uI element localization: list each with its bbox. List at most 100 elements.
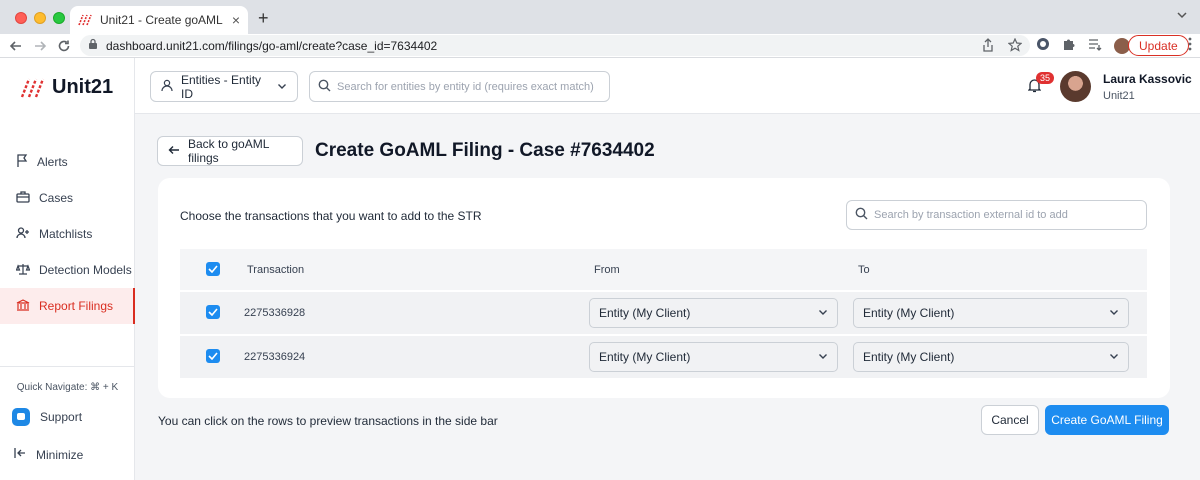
sidebar: Unit21 Alerts Cases Matchlists Detection… xyxy=(0,58,135,480)
user-avatar[interactable] xyxy=(1060,71,1091,102)
cancel-button[interactable]: Cancel xyxy=(981,405,1039,435)
sidebar-item-detection-models[interactable]: Detection Models xyxy=(0,252,135,288)
back-arrow-icon[interactable] xyxy=(4,35,28,57)
sidebar-item-report-filings[interactable]: Report Filings xyxy=(0,288,135,324)
sidebar-item-label: Matchlists xyxy=(39,227,93,241)
from-entity-select[interactable]: Entity (My Client) xyxy=(589,298,838,328)
extensions-puzzle-icon[interactable] xyxy=(1062,37,1076,54)
browser-tab[interactable]: Unit21 - Create goAML Filing D × xyxy=(70,6,248,34)
sidebar-item-label: Detection Models xyxy=(39,263,132,277)
notification-badge: 35 xyxy=(1036,72,1055,84)
close-window-button[interactable] xyxy=(15,12,27,24)
to-entity-value: Entity (My Client) xyxy=(863,350,955,364)
sidebar-item-label: Alerts xyxy=(37,155,68,169)
bank-icon xyxy=(16,298,30,314)
new-tab-icon[interactable]: + xyxy=(258,8,269,29)
table-header-row: Transaction From To xyxy=(180,249,1147,290)
update-button[interactable]: Update xyxy=(1128,35,1189,56)
unit21-favicon-icon xyxy=(78,13,92,27)
app-header: Entities - Entity ID 35 Laura Kassovic U… xyxy=(135,58,1200,114)
column-header-transaction: Transaction xyxy=(247,263,305,276)
tab-title: Unit21 - Create goAML Filing D xyxy=(100,13,226,27)
collapse-arrow-icon xyxy=(14,447,26,462)
entity-search-box xyxy=(309,71,610,102)
transaction-search-box xyxy=(846,200,1147,230)
chat-icon xyxy=(12,408,30,426)
column-header-to: To xyxy=(858,263,870,276)
reading-list-icon[interactable] xyxy=(1088,37,1102,54)
sidebar-item-label: Cases xyxy=(39,191,74,205)
minimize-label: Minimize xyxy=(36,447,84,462)
transaction-id: 2275336928 xyxy=(244,307,306,319)
logo-text: Unit21 xyxy=(52,76,114,98)
from-entity-value: Entity (My Client) xyxy=(599,350,691,364)
flag-icon xyxy=(16,153,28,171)
bookmark-star-icon[interactable] xyxy=(1007,37,1023,55)
row-checkbox[interactable] xyxy=(206,305,220,319)
transaction-id: 2275336924 xyxy=(244,351,306,363)
tab-search-chevron-icon[interactable] xyxy=(1176,9,1188,24)
more-menu-icon[interactable] xyxy=(1188,37,1192,54)
select-all-checkbox[interactable] xyxy=(206,262,220,276)
search-icon xyxy=(318,79,331,95)
forward-arrow-icon[interactable] xyxy=(28,35,52,57)
chevron-down-icon xyxy=(1109,350,1119,364)
support-button[interactable]: Support xyxy=(12,408,82,426)
checkmark-icon xyxy=(208,308,218,316)
user-org: Unit21 xyxy=(1103,90,1135,102)
checkmark-icon xyxy=(208,352,218,360)
share-icon[interactable] xyxy=(982,38,994,55)
back-to-filings-button[interactable]: Back to goAML filings xyxy=(157,136,303,166)
chevron-down-icon xyxy=(1109,306,1119,320)
sidebar-divider xyxy=(0,366,135,367)
chevron-down-icon xyxy=(277,80,287,94)
unit21-logo[interactable]: Unit21 xyxy=(20,76,113,99)
lock-icon xyxy=(88,38,98,53)
tab-close-icon[interactable]: × xyxy=(232,12,240,28)
to-entity-select[interactable]: Entity (My Client) xyxy=(853,342,1129,372)
unit21-logo-icon xyxy=(20,78,45,97)
row-checkbox[interactable] xyxy=(206,349,220,363)
from-entity-value: Entity (My Client) xyxy=(599,306,691,320)
table-row[interactable]: 2275336924 Entity (My Client) Entity (My… xyxy=(180,336,1147,378)
sidebar-item-matchlists[interactable]: Matchlists xyxy=(0,216,135,252)
chevron-down-icon xyxy=(818,306,828,320)
entity-type-select[interactable]: Entities - Entity ID xyxy=(150,71,298,102)
user-name[interactable]: Laura Kassovic xyxy=(1103,72,1192,86)
maximize-window-button[interactable] xyxy=(53,12,65,24)
entity-search-input[interactable] xyxy=(337,80,597,93)
transactions-table: Transaction From To 2275336928 Entity (M… xyxy=(180,249,1147,380)
transactions-card: Choose the transactions that you want to… xyxy=(158,178,1170,398)
browser-toolbar: dashboard.unit21.com/filings/go-aml/crea… xyxy=(0,34,1200,58)
minimize-window-button[interactable] xyxy=(34,12,46,24)
minimize-button[interactable]: Minimize xyxy=(14,447,83,462)
arrow-left-icon xyxy=(168,144,180,158)
transaction-search-input[interactable] xyxy=(874,209,1134,221)
search-icon xyxy=(855,207,868,223)
checkmark-icon xyxy=(208,265,218,273)
column-header-from: From xyxy=(594,263,620,276)
table-row[interactable]: 2275336928 Entity (My Client) Entity (My… xyxy=(180,292,1147,334)
sidebar-item-label: Report Filings xyxy=(39,299,114,313)
page-title: Create GoAML Filing - Case #7634402 xyxy=(315,140,655,161)
briefcase-icon xyxy=(16,190,30,206)
sidebar-item-cases[interactable]: Cases xyxy=(0,180,135,216)
extension-c-icon[interactable] xyxy=(1036,37,1050,54)
from-entity-select[interactable]: Entity (My Client) xyxy=(589,342,838,372)
scale-icon xyxy=(15,263,31,278)
footer-hint: You can click on the rows to preview tra… xyxy=(158,414,498,428)
browser-tab-bar: Unit21 - Create goAML Filing D × + xyxy=(0,0,1200,34)
quick-navigate-hint: Quick Navigate: ⌘ + K xyxy=(16,382,119,393)
chevron-down-icon xyxy=(818,350,828,364)
create-goaml-filing-button[interactable]: Create GoAML Filing xyxy=(1045,405,1169,435)
reload-icon[interactable] xyxy=(52,35,76,57)
to-entity-select[interactable]: Entity (My Client) xyxy=(853,298,1129,328)
to-entity-value: Entity (My Client) xyxy=(863,306,955,320)
entity-select-value: Entities - Entity ID xyxy=(181,72,262,101)
card-description: Choose the transactions that you want to… xyxy=(180,209,482,223)
sidebar-item-alerts[interactable]: Alerts xyxy=(0,144,135,180)
address-bar[interactable]: dashboard.unit21.com/filings/go-aml/crea… xyxy=(80,35,1030,56)
back-button-label: Back to goAML filings xyxy=(188,137,269,165)
support-label: Support xyxy=(40,410,83,424)
main-content: Back to goAML filings Create GoAML Filin… xyxy=(135,114,1200,480)
